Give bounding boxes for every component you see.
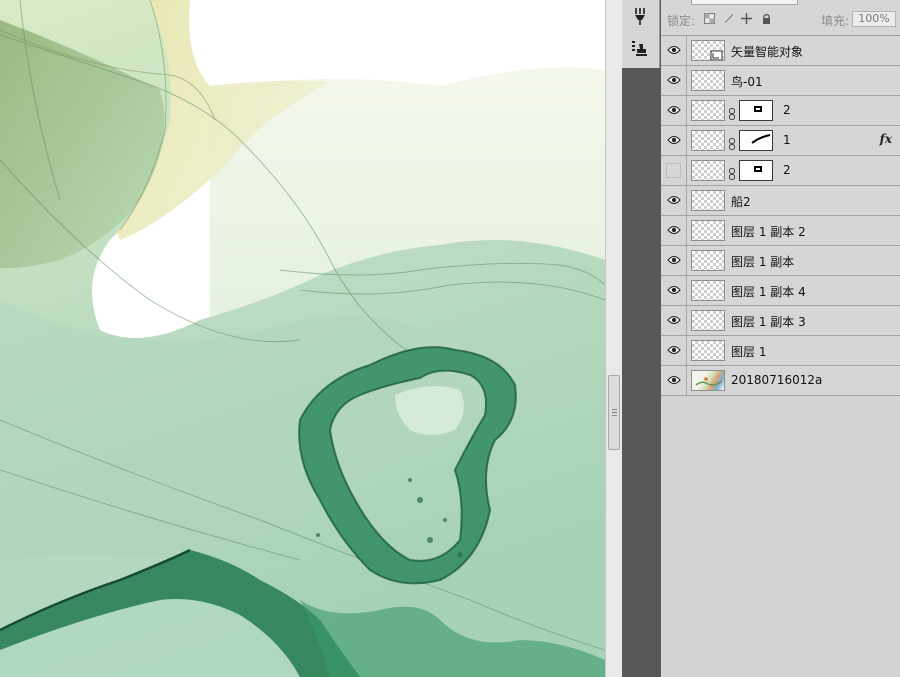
alcohol-ink-artwork	[0, 0, 605, 677]
brush-presets-icon[interactable]	[630, 6, 650, 26]
panel-dock-gutter	[622, 0, 660, 677]
layer-visibility-toggle[interactable]	[661, 156, 687, 185]
layer-row[interactable]: 图层 1	[661, 336, 900, 366]
chain-link-icon[interactable]	[728, 135, 736, 150]
eye-icon	[667, 375, 681, 385]
layer-name: 矢量智能对象	[731, 45, 804, 59]
layer-name: 鸟-01	[731, 75, 763, 89]
eye-icon	[667, 135, 681, 145]
eye-icon	[667, 105, 681, 115]
lock-transparent-pixels-icon[interactable]	[704, 13, 715, 24]
layer-thumbnail	[691, 370, 725, 391]
clone-source-icon[interactable]	[630, 38, 650, 58]
fill-opacity-input[interactable]: 100%	[852, 11, 896, 27]
layer-row[interactable]: 图层 1 副本	[661, 246, 900, 276]
eye-icon	[667, 195, 681, 205]
lock-all-icon[interactable]	[761, 13, 771, 24]
mask-shape-icon	[751, 134, 771, 144]
layer-thumbnail	[691, 70, 725, 91]
layer-visibility-toggle[interactable]	[661, 306, 687, 335]
layer-row[interactable]: 船2	[661, 186, 900, 216]
layer-row[interactable]: 1 fx	[661, 126, 900, 156]
layer-visibility-toggle[interactable]	[661, 66, 687, 95]
fill-label: 填充:	[821, 14, 850, 28]
image-preview-icon	[695, 377, 723, 386]
panel-icon-strip	[622, 0, 660, 68]
layer-thumbnail	[691, 130, 725, 151]
eye-icon	[667, 255, 681, 265]
layer-row[interactable]: 图层 1 副本 4	[661, 276, 900, 306]
lock-label: 锁定:	[667, 14, 696, 28]
layer-thumbnail	[691, 40, 725, 61]
layer-visibility-toggle[interactable]	[661, 336, 687, 365]
layer-effects-icon[interactable]: fx	[880, 132, 892, 146]
layer-name: 图层 1 副本 4	[731, 285, 806, 299]
document-canvas[interactable]	[0, 0, 605, 677]
layer-row[interactable]: 图层 1 副本 2	[661, 216, 900, 246]
layer-thumbnail	[691, 220, 725, 241]
lock-options-bar: 锁定: 填充: 100%	[661, 0, 900, 36]
layer-thumbnail	[691, 100, 725, 121]
layer-name: 图层 1 副本	[731, 255, 795, 269]
layer-visibility-toggle[interactable]	[661, 126, 687, 155]
layer-visibility-toggle[interactable]	[661, 366, 687, 395]
canvas-vertical-scrollbar[interactable]	[605, 0, 622, 677]
mask-shape-icon	[754, 106, 762, 112]
layer-visibility-toggle[interactable]	[661, 276, 687, 305]
scrollbar-thumb[interactable]	[608, 375, 620, 450]
mask-shape-icon	[754, 166, 762, 172]
layer-visibility-toggle[interactable]	[661, 96, 687, 125]
eye-icon	[667, 345, 681, 355]
layer-name: 图层 1 副本 3	[731, 315, 806, 329]
chain-link-icon[interactable]	[728, 105, 736, 120]
layer-mask-thumbnail[interactable]	[739, 100, 773, 121]
layer-thumbnail	[691, 280, 725, 301]
lock-image-pixels-icon[interactable]	[723, 13, 733, 23]
layer-thumbnail	[691, 160, 725, 181]
layer-name: 1	[783, 133, 791, 147]
lock-position-icon[interactable]	[741, 13, 752, 24]
layer-row[interactable]: 20180716012a	[661, 366, 900, 396]
eye-icon	[667, 315, 681, 325]
layer-visibility-toggle[interactable]	[661, 186, 687, 215]
layer-name: 船2	[731, 195, 751, 209]
layers-panel: 锁定: 填充: 100% 矢量智能对象 鸟-01 2 1 fx 2 船2 图层 1 副本 2 图…	[661, 0, 900, 677]
eye-icon	[667, 225, 681, 235]
layer-name: 2	[783, 163, 791, 177]
layer-mask-thumbnail[interactable]	[739, 130, 773, 151]
layer-name: 图层 1 副本 2	[731, 225, 806, 239]
layer-name: 2	[783, 103, 791, 117]
layer-thumbnail	[691, 190, 725, 211]
layer-row[interactable]: 鸟-01	[661, 66, 900, 96]
eye-icon	[667, 285, 681, 295]
layer-thumbnail	[691, 340, 725, 361]
smart-object-badge-icon	[710, 50, 723, 60]
blend-mode-dropdown-edge[interactable]	[691, 0, 798, 5]
layer-thumbnail	[691, 310, 725, 331]
layer-mask-thumbnail[interactable]	[739, 160, 773, 181]
layer-row[interactable]: 2	[661, 156, 900, 186]
layer-row[interactable]: 矢量智能对象	[661, 36, 900, 66]
layer-thumbnail	[691, 250, 725, 271]
eye-icon	[667, 45, 681, 55]
layer-visibility-toggle[interactable]	[661, 36, 687, 65]
layer-visibility-toggle[interactable]	[661, 216, 687, 245]
eye-icon	[667, 75, 681, 85]
chain-link-icon[interactable]	[728, 165, 736, 180]
layer-row[interactable]: 2	[661, 96, 900, 126]
layer-name: 图层 1	[731, 345, 767, 359]
layer-name: 20180716012a	[731, 373, 823, 387]
layer-visibility-toggle[interactable]	[661, 246, 687, 275]
layer-row[interactable]: 图层 1 副本 3	[661, 306, 900, 336]
